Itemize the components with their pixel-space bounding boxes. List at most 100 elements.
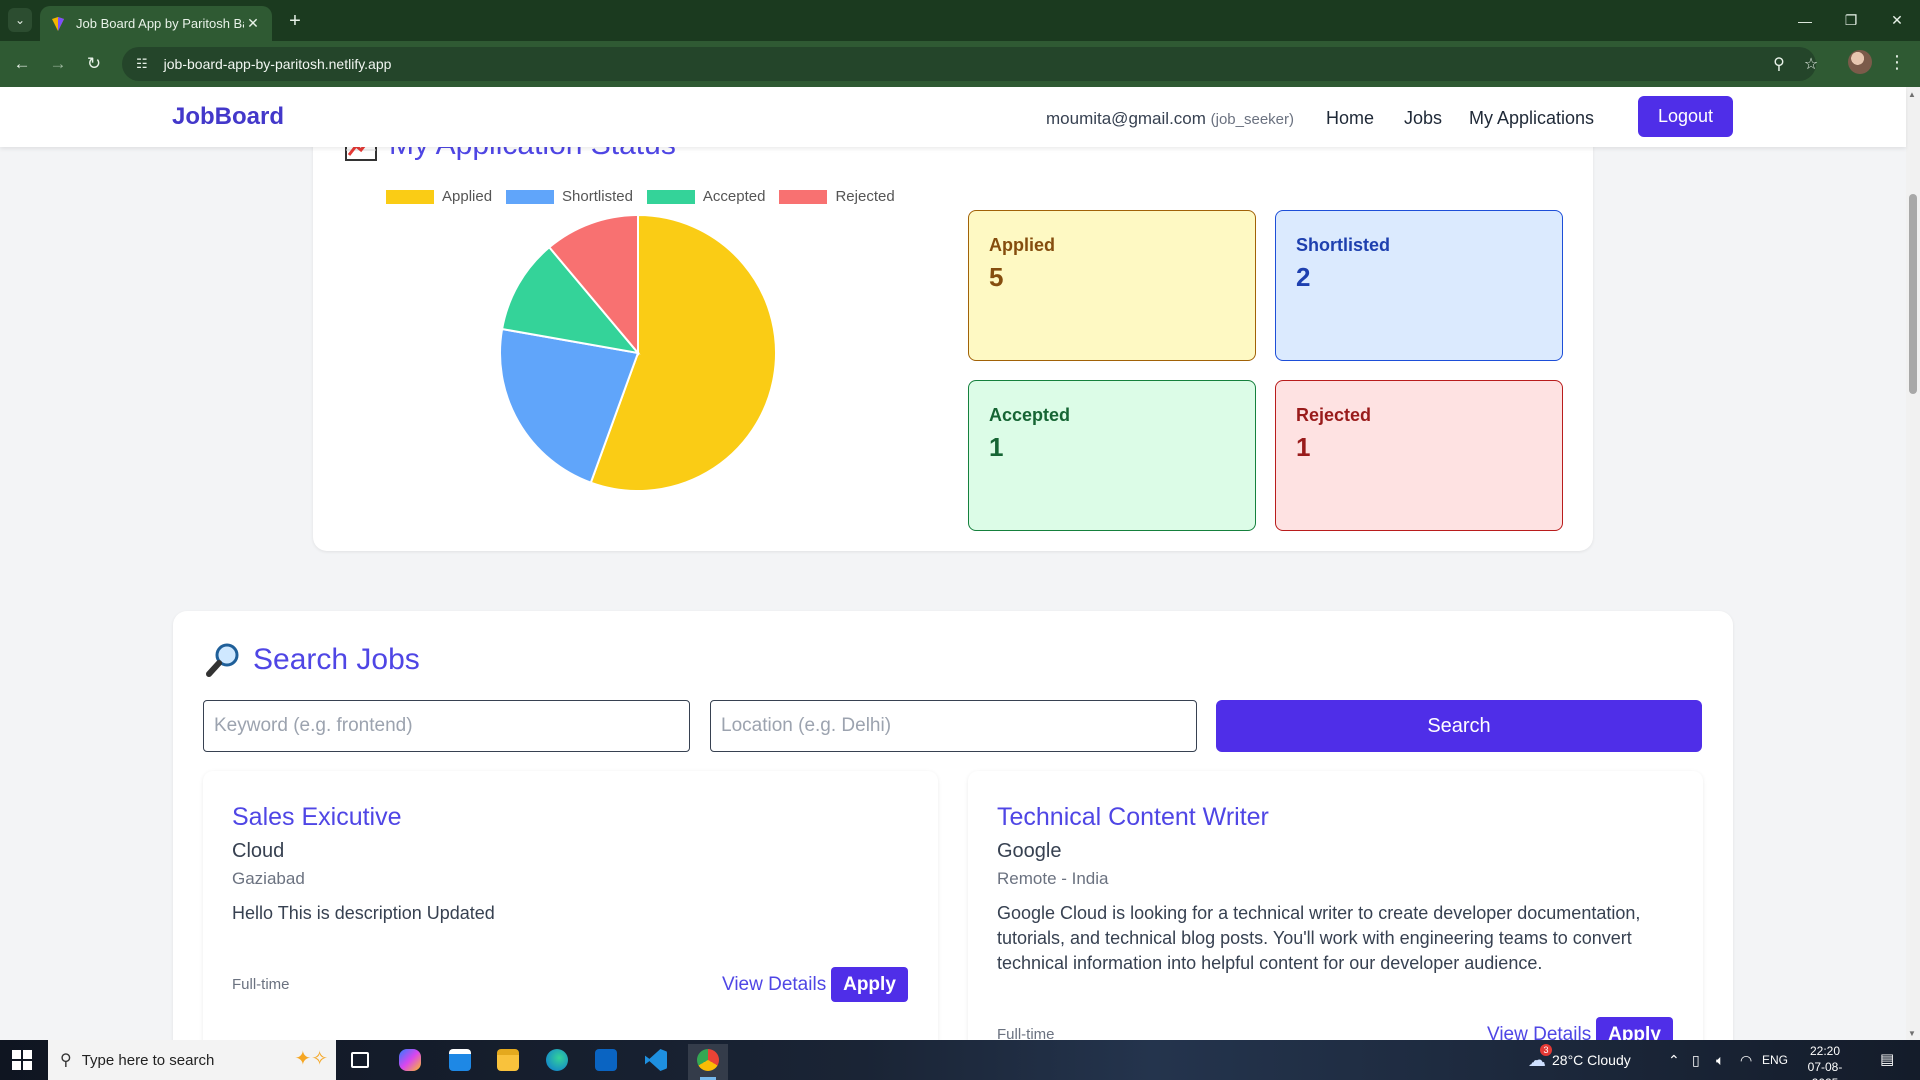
language-indicator[interactable]: ENG [1762, 1040, 1788, 1080]
nav-jobs[interactable]: Jobs [1404, 108, 1442, 129]
notification-icon[interactable]: ▤ [1880, 1050, 1900, 1070]
zoom-icon[interactable]: ⚲ [1765, 50, 1793, 78]
legend-swatch [386, 189, 434, 204]
nav-my-applications[interactable]: My Applications [1469, 108, 1594, 129]
wifi-icon[interactable]: ◠ [1740, 1040, 1752, 1080]
stat-label: Rejected [1296, 405, 1372, 425]
browser-menu-icon[interactable]: ⋮ [1888, 52, 1906, 73]
scrollbar-thumb[interactable] [1909, 194, 1917, 394]
taskbar-search-placeholder: Type here to search [81, 1051, 215, 1069]
tab-title: Job Board App by Paritosh Barman [76, 16, 244, 31]
legend-item-applied[interactable]: Applied [386, 188, 492, 205]
nav-home[interactable]: Home [1326, 108, 1374, 129]
vscode-icon[interactable] [636, 1044, 676, 1076]
tab-list-button[interactable]: ⌄ [8, 8, 32, 32]
weather-text: 28°C Cloudy [1552, 1052, 1631, 1068]
task-view-icon[interactable] [340, 1044, 380, 1076]
view-details-link[interactable]: View Details [722, 974, 826, 996]
brand-logo[interactable]: JobBoard [172, 103, 284, 131]
tray-overflow-icon[interactable]: ⌃ [1668, 1040, 1680, 1080]
legend-label: Rejected [835, 188, 895, 205]
copilot-icon[interactable] [390, 1044, 430, 1076]
stat-value: 1 [989, 432, 1004, 462]
legend-label: Applied [442, 188, 493, 205]
user-email: moumita@gmail.com [1046, 109, 1206, 128]
job-title[interactable]: Sales Exicutive [232, 803, 402, 832]
apply-button[interactable]: Apply [831, 967, 908, 1002]
legend-swatch [646, 189, 695, 204]
clock-time: 22:20 [1809, 1044, 1841, 1058]
job-description: Hello This is description Updated [232, 903, 495, 923]
magnifying-glass-icon [206, 643, 239, 677]
stat-card-applied: Applied 5 [968, 210, 1256, 361]
logout-button[interactable]: Logout [1638, 96, 1733, 137]
edge-browser-icon[interactable] [537, 1044, 577, 1076]
new-tab-button[interactable]: + [282, 8, 308, 34]
address-bar[interactable]: ☷ job-board-app-by-paritosh.netlify.app [122, 47, 1816, 81]
legend-item-accepted[interactable]: Accepted [646, 188, 766, 205]
browser-tab-bar: ⌄ Job Board App by Paritosh Barman ✕ + —… [0, 0, 1920, 41]
stat-card-rejected: Rejected 1 [1275, 380, 1563, 531]
view-details-link[interactable]: View Details [1487, 1024, 1591, 1040]
location-input[interactable] [710, 700, 1197, 752]
scroll-down-icon[interactable]: ▼ [1908, 1029, 1916, 1038]
cloud-icon: ☁ 3 [1528, 1043, 1552, 1071]
user-info: moumita@gmail.com (job_seeker) [1046, 109, 1294, 129]
browser-tab-active[interactable]: Job Board App by Paritosh Barman ✕ [40, 6, 272, 41]
battery-icon[interactable]: ▯ [1692, 1040, 1700, 1080]
job-location: Gaziabad [232, 869, 305, 888]
stat-label: Applied [989, 235, 1055, 255]
chrome-icon[interactable] [688, 1044, 728, 1076]
stat-label: Shortlisted [1296, 235, 1391, 255]
restore-icon[interactable]: ❐ [1828, 0, 1874, 41]
reload-icon[interactable]: ↻ [80, 50, 108, 78]
volume-icon[interactable]: 🔈︎ [1716, 1040, 1724, 1080]
job-title[interactable]: Technical Content Writer [997, 803, 1269, 832]
job-type: Full-time [232, 976, 290, 993]
copilot-sparkle-icon: ✦✧ [294, 1048, 328, 1070]
tab-close-icon[interactable]: ✕ [244, 15, 262, 32]
close-window-icon[interactable]: ✕ [1874, 0, 1920, 41]
profile-avatar[interactable] [1848, 50, 1872, 74]
job-card: Sales Exicutive Cloud Gaziabad Hello Thi… [203, 771, 938, 1040]
weather-widget[interactable]: ☁ 3 28°C Cloudy [1528, 1040, 1631, 1080]
legend-item-shortlisted[interactable]: Shortlisted [506, 188, 633, 205]
forward-icon[interactable]: → [44, 50, 72, 78]
status-pie-chart[interactable] [498, 213, 778, 493]
taskbar-search-box[interactable]: ⚲ Type here to search ✦✧ [48, 1040, 336, 1080]
stat-value: 5 [989, 262, 1004, 292]
stat-value: 1 [1296, 432, 1311, 462]
job-description: Google Cloud is looking for a technical … [997, 903, 1641, 973]
scroll-up-icon[interactable]: ▲ [1908, 90, 1916, 99]
keyword-input[interactable] [203, 700, 690, 752]
chart-legend: Applied Shortlisted Accepted Rejected [386, 188, 909, 205]
legend-label: Accepted [702, 188, 766, 205]
site-favicon-icon [52, 16, 64, 31]
search-heading: Search Jobs [205, 641, 420, 679]
microsoft-store-icon[interactable] [440, 1044, 480, 1076]
application-status-card: My Application Status Applied Shortliste… [313, 127, 1593, 551]
file-explorer-icon[interactable] [488, 1044, 528, 1076]
page-scrollbar[interactable]: ▲ ▼ [1906, 87, 1920, 1040]
windows-start-icon[interactable] [12, 1050, 32, 1070]
user-role: (job_seeker) [1210, 111, 1295, 128]
legend-item-rejected[interactable]: Rejected [779, 188, 895, 205]
bookmark-star-icon[interactable]: ☆ [1797, 50, 1825, 78]
taskbar-clock[interactable]: 22:20 07-08-2025 [1797, 1043, 1853, 1080]
search-button[interactable]: Search [1216, 700, 1702, 752]
stat-value: 2 [1296, 262, 1311, 292]
minimize-icon[interactable]: — [1782, 0, 1828, 41]
site-settings-icon[interactable]: ☷ [136, 56, 148, 72]
search-icon: ⚲ [60, 1052, 72, 1069]
browser-toolbar: ← → ↻ ☷ job-board-app-by-paritosh.netlif… [0, 41, 1920, 87]
search-jobs-card: Search Jobs Search Sales Exicutive Cloud… [173, 611, 1733, 1040]
apply-button[interactable]: Apply [1596, 1017, 1673, 1040]
outlook-icon[interactable] [586, 1044, 626, 1076]
app-header: JobBoard moumita@gmail.com (job_seeker) … [0, 87, 1906, 147]
legend-swatch [506, 189, 555, 204]
legend-swatch [779, 189, 828, 204]
stat-label: Accepted [989, 405, 1071, 425]
job-company: Google [997, 840, 1062, 862]
job-company: Cloud [232, 840, 285, 862]
back-icon[interactable]: ← [8, 50, 36, 78]
